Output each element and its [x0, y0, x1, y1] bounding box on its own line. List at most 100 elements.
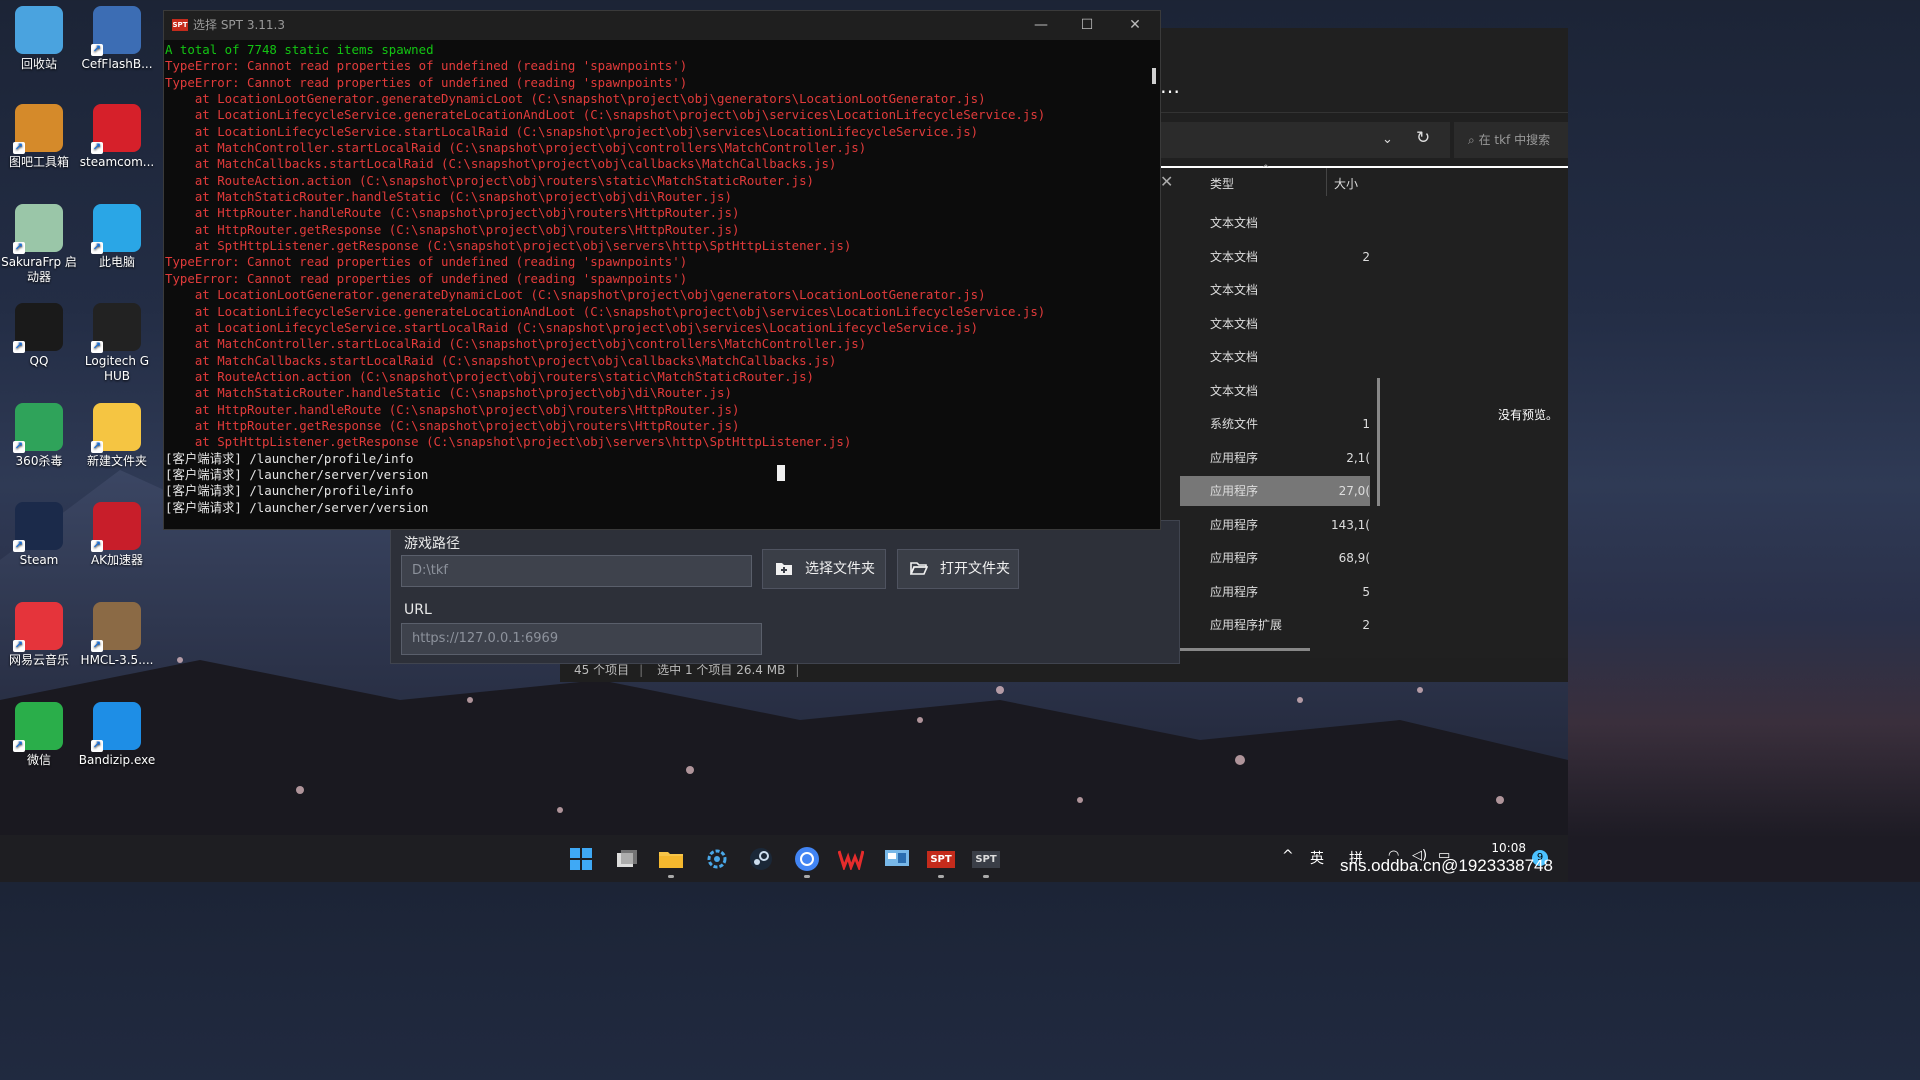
spt-server-console-window[interactable]: SPT 选择 SPT 3.11.3 — ☐ ✕ A total of 7748 … — [163, 10, 1161, 530]
file-row[interactable]: 系统文件 1 — [1180, 409, 1370, 439]
file-row[interactable]: 文本文档 2 — [1180, 242, 1370, 272]
maximize-button[interactable]: ☐ — [1064, 11, 1110, 40]
settings-taskbar-button[interactable] — [702, 844, 732, 874]
file-explorer-icon — [659, 852, 683, 868]
console-line: [客户端请求] /launcher/server/version — [165, 466, 429, 482]
text-cursor — [777, 465, 785, 481]
minimize-button[interactable]: — — [1018, 11, 1064, 40]
desktop-icon[interactable]: ↗ 新建文件夹 — [78, 403, 156, 469]
desktop-icon-label: Bandizip.exe — [78, 753, 156, 767]
desktop-icon-label: QQ — [29, 354, 49, 368]
scrollbar-thumb[interactable] — [1152, 68, 1156, 84]
running-indicator — [668, 875, 674, 878]
clock[interactable]: 10:08 — [1480, 840, 1526, 856]
console-scrollbar[interactable] — [1146, 42, 1160, 528]
chrome-taskbar-button[interactable] — [792, 844, 822, 874]
desktop-icon[interactable]: ↗ AK加速器 — [78, 502, 156, 568]
console-output[interactable]: A total of 7748 static items spawned Type… — [165, 42, 1135, 526]
url-input[interactable]: https://127.0.0.1:6969 — [401, 623, 762, 655]
desktop-icon[interactable]: ↗ 网易云音乐 — [0, 602, 78, 668]
sakurafrp-icon: ↗ — [13, 204, 63, 254]
game-path-input[interactable]: D:\tkf — [401, 555, 752, 587]
file-row[interactable]: 文本文档 — [1180, 208, 1370, 238]
file-row[interactable]: 应用程序扩展 2 — [1180, 610, 1370, 640]
file-row[interactable]: 应用程序 143,1( — [1180, 510, 1370, 540]
divider — [1160, 166, 1568, 168]
console-titlebar[interactable]: SPT 选择 SPT 3.11.3 — ☐ ✕ — [164, 11, 1160, 40]
desktop-icon[interactable]: ↗ 此电脑 — [78, 204, 156, 270]
file-row[interactable]: 文本文档 — [1180, 275, 1370, 305]
open-folder-button[interactable]: 打开文件夹 — [897, 549, 1019, 589]
file-size: 68,9( — [1338, 551, 1370, 565]
desktop-icon-label: 微信 — [26, 753, 51, 767]
vertical-scrollbar[interactable] — [1377, 378, 1380, 506]
desktop-icon[interactable]: ↗ QQ — [0, 303, 78, 369]
ak-accelerator-icon: ↗ — [91, 502, 141, 552]
shortcut-arrow-icon: ↗ — [91, 441, 103, 453]
address-bar[interactable] — [1160, 122, 1450, 158]
file-row[interactable]: 应用程序 2,1( — [1180, 443, 1370, 473]
more-options-icon[interactable]: … — [1160, 74, 1181, 98]
file-type: 系统文件 — [1210, 417, 1259, 431]
desktop-icon[interactable]: ↗ steamcom... — [78, 104, 156, 170]
file-row[interactable]: 应用程序 27,0( — [1180, 476, 1370, 506]
file-row[interactable]: 文本文档 — [1180, 342, 1370, 372]
desktop-icon[interactable]: ↗ 图吧工具箱 — [0, 104, 78, 170]
file-type: 应用程序 — [1210, 551, 1259, 565]
file-explorer-window[interactable]: … ⌄ ↻ ⌕ 在 tkf 中搜索 ✕ ^ 类型 大小 文本文档 文本文档 2 文本文… — [1160, 28, 1568, 658]
file-row[interactable]: 应用程序 5 — [1180, 577, 1370, 607]
file-row[interactable]: 文本文档 — [1180, 309, 1370, 339]
column-header-type[interactable]: 类型 — [1210, 175, 1234, 192]
chevron-down-icon[interactable]: ⌄ — [1382, 132, 1393, 147]
task-view-button[interactable] — [612, 844, 642, 874]
running-indicator — [804, 875, 810, 878]
file-size: 2 — [1362, 249, 1370, 264]
desktop-icon[interactable]: ↗ SakuraFrp 启动器 — [0, 204, 78, 285]
file-type: 文本文档 — [1210, 316, 1259, 331]
input-language-indicator[interactable]: 英 — [1310, 848, 1324, 868]
select-folder-button[interactable]: 选择文件夹 — [762, 549, 886, 589]
close-icon[interactable]: ✕ — [1160, 172, 1173, 191]
shortcut-arrow-icon: ↗ — [91, 740, 103, 752]
desktop-icon[interactable]: ↗ Logitech G HUB — [78, 303, 156, 384]
divider — [1160, 112, 1568, 113]
desktop-icon-label: 网易云音乐 — [8, 653, 69, 667]
desktop-icon[interactable]: ↗ Bandizip.exe — [78, 702, 156, 768]
search-input[interactable]: ⌕ 在 tkf 中搜索 — [1454, 122, 1568, 158]
column-header-size[interactable]: 大小 — [1334, 175, 1358, 192]
column-divider[interactable] — [1326, 168, 1327, 196]
console-line: at LocationLifecycleService.startLocalRa… — [165, 123, 979, 139]
tray-overflow-chevron-icon[interactable]: ^ — [1282, 848, 1294, 864]
console-line: at LocationLifecycleService.generateLoca… — [165, 303, 1046, 319]
desktop-icon-label: CefFlashB... — [81, 57, 153, 71]
spt-launcher-taskbar-button[interactable]: SPT — [971, 844, 1001, 874]
file-row[interactable]: 应用程序 68,9( — [1180, 543, 1370, 573]
desktop-icon-label: HMCL-3.5.... — [80, 653, 154, 667]
wps-taskbar-button[interactable] — [836, 844, 866, 874]
desktop-icon[interactable]: ↗ 360杀毒 — [0, 403, 78, 469]
desktop-icon[interactable]: ↗ 微信 — [0, 702, 78, 768]
desktop-icon[interactable]: ↗ Steam — [0, 502, 78, 568]
console-line: at RouteAction.action (C:\snapshot\proje… — [165, 172, 815, 188]
desktop-icon[interactable]: 回收站 — [0, 6, 78, 72]
refresh-icon[interactable]: ↻ — [1416, 128, 1430, 148]
file-explorer-taskbar-button[interactable] — [656, 844, 686, 874]
console-line: at MatchController.startLocalRaid (C:\sn… — [165, 140, 867, 156]
start-button[interactable] — [566, 844, 596, 874]
shortcut-arrow-icon: ↗ — [91, 540, 103, 552]
control-panel-taskbar-button[interactable] — [882, 844, 912, 874]
desktop-icon[interactable]: ↗ HMCL-3.5.... — [78, 602, 156, 668]
shortcut-arrow-icon: ↗ — [13, 740, 25, 752]
open-folder-label: 打开文件夹 — [940, 561, 1010, 577]
horizontal-scrollbar[interactable] — [1180, 648, 1310, 651]
spt-server-taskbar-button[interactable]: SPT — [926, 844, 956, 874]
close-button[interactable]: ✕ — [1112, 11, 1158, 40]
file-type: 应用程序 — [1210, 517, 1259, 532]
console-line: TypeError: Cannot read properties of und… — [165, 58, 688, 74]
desktop-icon[interactable]: ↗ CefFlashB... — [78, 6, 156, 72]
steam-taskbar-button[interactable] — [746, 844, 776, 874]
spt-launcher-window[interactable]: 游戏路径 D:\tkf 选择文件夹 打开文件夹 URL https://127.… — [390, 520, 1180, 664]
file-row[interactable]: 文本文档 — [1180, 376, 1370, 406]
console-line: at SptHttpListener.getResponse (C:\snaps… — [165, 434, 852, 450]
file-size: 27,0( — [1338, 484, 1370, 498]
